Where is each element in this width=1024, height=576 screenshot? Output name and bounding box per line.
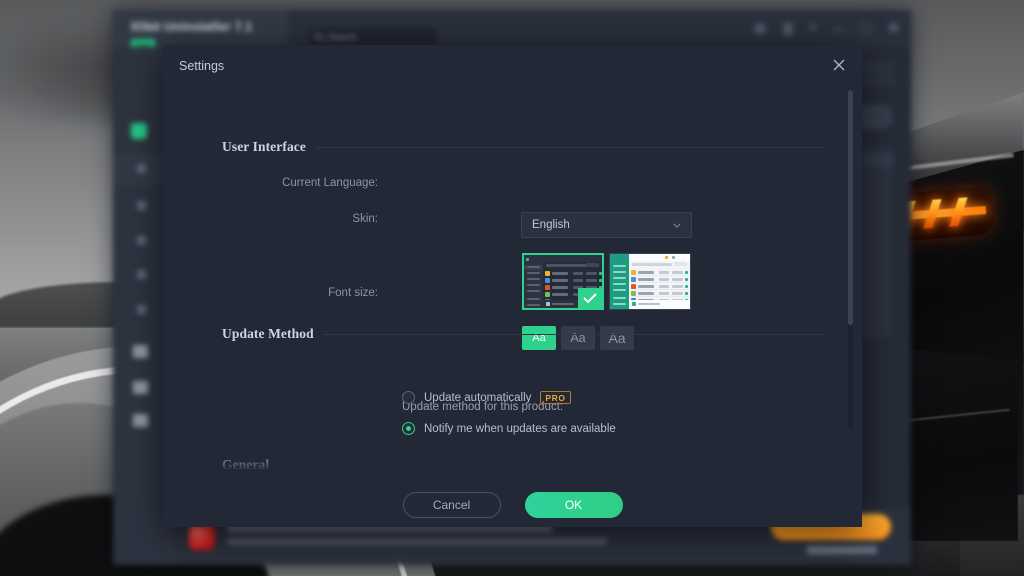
preview-titlebar-icon	[665, 256, 668, 259]
action-center-icon	[133, 414, 148, 427]
preview-footer-icon	[632, 302, 636, 306]
preview-footer-text	[638, 303, 660, 305]
preview-button	[674, 262, 687, 266]
radio-label: Update automatically	[424, 391, 532, 404]
preview-sidebar	[610, 254, 629, 309]
skin-preview-light	[610, 254, 690, 309]
font-size-label: Font size:	[328, 287, 378, 299]
language-label: Current Language:	[282, 177, 378, 189]
language-selected-value: English	[532, 219, 570, 231]
preview-titlebar	[543, 255, 602, 262]
search-icon	[315, 33, 322, 40]
language-select[interactable]: English	[521, 212, 692, 238]
radio-button[interactable]	[402, 391, 415, 404]
radio-notify-when-updates-available[interactable]: Notify me when updates are available	[402, 422, 616, 435]
minimize-icon[interactable]	[834, 29, 845, 31]
section-title: Update Method	[222, 326, 314, 341]
pro-badge: PRO	[540, 391, 571, 404]
section-header-update-method: Update Method	[222, 326, 825, 342]
preview-logo	[526, 258, 529, 261]
radio-button[interactable]	[402, 422, 415, 435]
windows-apps-icon	[137, 236, 146, 245]
app-side-panel-row	[863, 153, 893, 167]
news-icon[interactable]	[783, 23, 793, 35]
section-title: General	[222, 457, 270, 472]
toolbar-icon	[137, 305, 146, 314]
preview-button	[586, 263, 599, 267]
home-icon[interactable]	[754, 23, 766, 34]
file-shredder-icon	[133, 381, 148, 394]
browser-plugins-icon	[137, 270, 146, 279]
ok-button[interactable]: OK	[524, 492, 623, 518]
app-title: IObit Uninstaller 7.1	[131, 20, 253, 34]
close-icon[interactable]	[889, 23, 898, 32]
preview-footer-icon	[546, 302, 550, 306]
section-header-general: General	[222, 457, 825, 473]
logo-icon	[131, 123, 147, 139]
section-rule	[315, 146, 825, 148]
maximize-icon[interactable]	[861, 23, 871, 33]
dialog-footer: Cancel OK	[163, 483, 862, 527]
app-titlebar[interactable]: IObit Uninstaller 7.1 Free Search	[113, 10, 911, 50]
preview-titlebar-icon	[672, 256, 675, 259]
promo-product-icon	[189, 524, 215, 550]
promo-link[interactable]	[807, 546, 877, 554]
section-rule	[322, 333, 825, 335]
promo-description	[227, 538, 607, 545]
check-icon	[578, 288, 602, 308]
dialog-title: Settings	[179, 59, 225, 73]
settings-dialog[interactable]: Settings User Interface Current Language…	[163, 45, 862, 527]
radio-label: Notify me when updates are available	[424, 422, 616, 435]
section-title: User Interface	[222, 139, 306, 154]
chevron-down-icon	[673, 223, 681, 228]
skin-option-dark[interactable]	[522, 253, 604, 310]
skin-option-light[interactable]	[609, 253, 691, 310]
cancel-button[interactable]: Cancel	[402, 492, 501, 518]
preview-toolbar	[546, 264, 586, 267]
programs-icon	[137, 164, 146, 173]
search-placeholder: Search	[328, 32, 357, 42]
radio-update-automatically[interactable]: Update automatically PRO	[402, 391, 571, 404]
install-monitor-icon	[133, 345, 148, 358]
preview-sidebar	[524, 255, 543, 308]
skin-label: Skin:	[352, 213, 378, 225]
section-rule	[278, 464, 825, 466]
user-icon[interactable]	[810, 23, 816, 31]
preview-footer-text	[552, 303, 574, 305]
dialog-scroll-area: User Interface Current Language: English…	[163, 85, 862, 483]
section-header-user-interface: User Interface	[222, 139, 825, 155]
scrollbar-thumb[interactable]	[848, 90, 853, 325]
close-icon[interactable]	[826, 53, 852, 77]
preview-titlebar	[629, 254, 690, 261]
bundleware-icon	[137, 201, 146, 210]
preview-toolbar	[632, 263, 672, 266]
